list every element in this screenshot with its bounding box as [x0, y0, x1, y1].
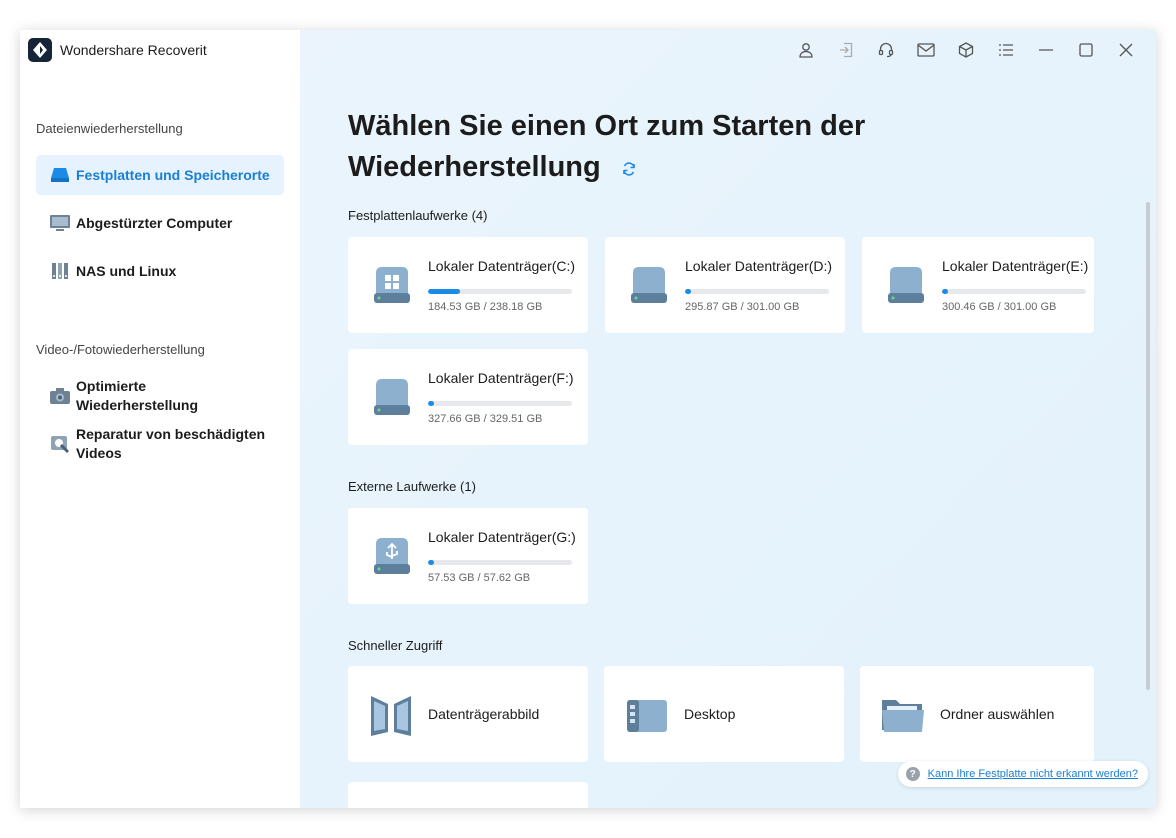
quick-label: Datenträgerabbild: [428, 706, 540, 722]
sidebar-item-crashed-computer[interactable]: Abgestürzter Computer: [36, 203, 284, 243]
sidebar-item-label: NAS und Linux: [76, 263, 177, 279]
desktop-icon: [624, 692, 670, 738]
drive-card-d[interactable]: Lokaler Datenträger(D:) 295.87 GB / 301.…: [605, 237, 845, 333]
maximize-icon[interactable]: [1066, 40, 1106, 60]
drive-card-f[interactable]: Lokaler Datenträger(F:) 327.66 GB / 329.…: [348, 349, 588, 445]
quick-disk-image[interactable]: Datenträgerabbild: [348, 666, 588, 762]
app-name: Wondershare Recoverit: [60, 42, 207, 58]
drive-size: 327.66 GB / 329.51 GB: [428, 413, 543, 425]
drive-size: 57.53 GB / 57.62 GB: [428, 572, 531, 584]
hard-drive-icon: [627, 263, 671, 307]
section-title-external: Externe Laufwerke (1): [348, 479, 476, 494]
drive-size: 295.87 GB / 301.00 GB: [685, 301, 800, 313]
drive-card-e[interactable]: Lokaler Datenträger(E:) 300.46 GB / 301.…: [862, 237, 1094, 333]
drive-name: Lokaler Datenträger(C:): [428, 258, 576, 274]
refresh-icon[interactable]: [621, 161, 637, 177]
drive-usage-bar: [428, 401, 572, 406]
box-icon[interactable]: [946, 40, 986, 60]
sidebar-item-label: Optimierte Wiederherstellung: [76, 378, 199, 413]
recoverit-logo-icon: [28, 38, 52, 62]
question-icon: ?: [905, 767, 920, 781]
windows-drive-icon: [370, 263, 414, 307]
sidebar-item-video-repair[interactable]: Reparatur von beschädigten Videos: [36, 422, 284, 466]
main-panel: Wählen Sie einen Ort zum Starten der Wie…: [300, 30, 1156, 808]
quick-select-folder[interactable]: Ordner auswählen: [860, 666, 1094, 762]
help-link-text[interactable]: Kann Ihre Festplatte nicht erkannt werde…: [928, 768, 1138, 780]
app-window: Wondershare Recoverit Dateienwiederherst…: [20, 30, 1156, 808]
help-link[interactable]: ? Kann Ihre Festplatte nicht erkannt wer…: [897, 761, 1148, 787]
login-icon[interactable]: [826, 40, 866, 60]
hard-drive-icon: [884, 263, 928, 307]
hard-drive-icon: [50, 165, 70, 185]
section-title-video-photo: Video-/Fotowiederherstellung: [36, 342, 205, 357]
drive-usage-bar: [428, 560, 572, 565]
disk-image-icon: [368, 692, 414, 738]
drive-usage-bar: [428, 289, 572, 294]
quick-desktop[interactable]: Desktop: [604, 666, 844, 762]
drive-size: 184.53 GB / 238.18 GB: [428, 301, 543, 313]
drive-size: 300.46 GB / 301.00 GB: [942, 301, 1057, 313]
drive-card-c[interactable]: Lokaler Datenträger(C:) 184.53 GB / 238.…: [348, 237, 588, 333]
folder-icon: [880, 692, 926, 738]
quick-label: Desktop: [684, 706, 736, 722]
headset-icon[interactable]: [866, 40, 906, 60]
drive-card-g[interactable]: Lokaler Datenträger(G:) 57.53 GB / 57.62…: [348, 508, 588, 604]
mail-icon[interactable]: [906, 40, 946, 60]
quick-card-partial[interactable]: [348, 782, 588, 808]
brand: Wondershare Recoverit: [28, 38, 207, 62]
camera-icon: [50, 386, 70, 406]
section-title-file-recovery: Dateienwiederherstellung: [36, 121, 183, 136]
sidebar-item-nas-linux[interactable]: NAS und Linux: [36, 251, 284, 291]
drive-name: Lokaler Datenträger(D:): [685, 258, 833, 274]
section-title-hard-drives: Festplattenlaufwerke (4): [348, 208, 488, 223]
video-repair-icon: [50, 434, 70, 454]
drive-name: Lokaler Datenträger(F:): [428, 370, 574, 386]
menu-icon[interactable]: [986, 40, 1026, 60]
user-icon[interactable]: [786, 40, 826, 60]
top-toolbar: [786, 40, 1146, 60]
sidebar-item-label: Festplatten und Speicherorte: [76, 167, 270, 183]
monitor-icon: [50, 213, 70, 233]
minimize-icon[interactable]: [1026, 40, 1066, 60]
sidebar-item-label: Reparatur von beschädigten Videos: [76, 426, 266, 461]
nas-icon: [50, 261, 70, 281]
section-title-quick-access: Schneller Zugriff: [348, 638, 443, 653]
drive-name: Lokaler Datenträger(E:): [942, 258, 1089, 274]
usb-drive-icon: [370, 534, 414, 578]
close-icon[interactable]: [1106, 40, 1146, 60]
hard-drive-icon: [370, 375, 414, 419]
sidebar: Wondershare Recoverit Dateienwiederherst…: [20, 30, 300, 808]
drive-usage-bar: [942, 289, 1086, 294]
drive-name: Lokaler Datenträger(G:): [428, 529, 576, 545]
sidebar-item-drives[interactable]: Festplatten und Speicherorte: [36, 155, 284, 195]
scrollbar[interactable]: [1146, 202, 1150, 690]
sidebar-item-label: Abgestürzter Computer: [76, 215, 233, 231]
drive-usage-bar: [685, 289, 829, 294]
sidebar-item-optimized-recovery[interactable]: Optimierte Wiederherstellung: [36, 374, 284, 418]
quick-label: Ordner auswählen: [940, 706, 1055, 722]
